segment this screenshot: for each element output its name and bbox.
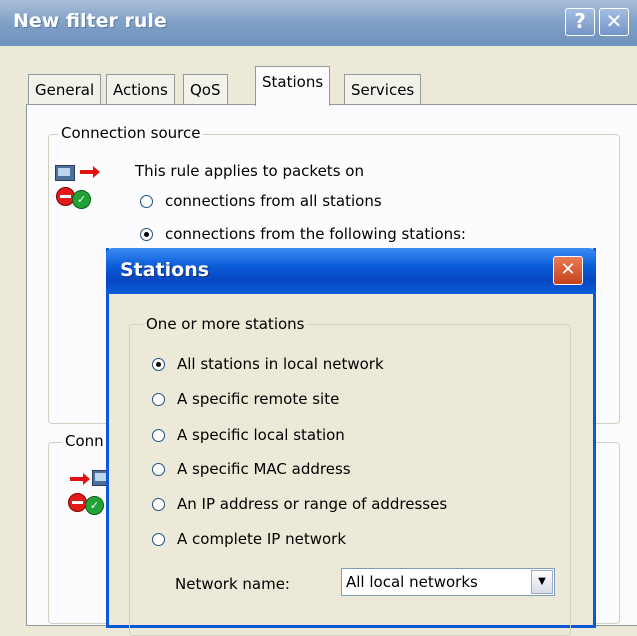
radio-label: connections from all stations <box>165 192 382 210</box>
radio-label: All stations in local network <box>177 355 384 373</box>
radio-specific-remote-site[interactable]: A specific remote site <box>152 390 339 408</box>
radio-following-stations[interactable]: connections from the following stations: <box>140 225 466 243</box>
radio-label: A specific local station <box>177 426 345 444</box>
tab-actions[interactable]: Actions <box>106 74 175 104</box>
radio-complete-ip-network[interactable]: A complete IP network <box>152 530 346 548</box>
radio-specific-mac-address[interactable]: A specific MAC address <box>152 460 351 478</box>
red-arrow-icon <box>70 473 90 485</box>
network-name-label: Network name: <box>175 575 290 593</box>
connection-destination-legend: Conn <box>62 432 107 450</box>
stations-dialog-title: Stations <box>120 259 210 281</box>
allow-icon: ✓ <box>85 496 104 515</box>
stations-dialog-titlebar[interactable]: Stations ✕ <box>106 248 596 294</box>
tab-general[interactable]: General <box>28 74 102 104</box>
window-title: New filter rule <box>13 10 167 32</box>
radio-label: A complete IP network <box>177 530 347 548</box>
radio-button[interactable] <box>152 532 165 546</box>
radio-all-stations[interactable]: connections from all stations <box>140 192 382 210</box>
radio-label: A specific MAC address <box>177 460 351 478</box>
dropdown-arrow-icon[interactable]: ▼ <box>531 570 553 594</box>
stations-dialog: Stations ✕ One or more stations All stat… <box>106 248 596 636</box>
radio-ip-range[interactable]: An IP address or range of addresses <box>152 495 447 513</box>
radio-button[interactable] <box>152 392 165 406</box>
radio-button[interactable] <box>152 462 165 476</box>
help-button[interactable]: ? <box>565 8 595 36</box>
deny-icon <box>68 493 87 512</box>
connection-source-legend: Connection source <box>58 124 204 142</box>
radio-button-selected[interactable] <box>152 357 165 371</box>
close-button[interactable]: ✕ <box>599 8 629 36</box>
allow-icon: ✓ <box>72 190 91 209</box>
new-filter-rule-window: New filter rule ? ✕ General Actions QoS … <box>0 0 637 636</box>
computer-icon <box>55 165 75 181</box>
radio-all-stations-local[interactable]: All stations in local network <box>152 355 384 373</box>
radio-label: A specific remote site <box>177 390 340 408</box>
tab-services[interactable]: Services <box>344 74 422 104</box>
radio-specific-local-station[interactable]: A specific local station <box>152 426 345 444</box>
radio-button[interactable] <box>152 428 165 442</box>
radio-button[interactable] <box>140 194 153 208</box>
window-titlebar[interactable]: New filter rule ? ✕ <box>0 0 637 46</box>
one-or-more-stations-legend: One or more stations <box>143 315 308 333</box>
tab-qos[interactable]: QoS <box>183 74 228 104</box>
source-intro-text: This rule applies to packets on <box>135 162 364 180</box>
radio-label: connections from the following stations: <box>165 225 466 243</box>
stations-dialog-close-button[interactable]: ✕ <box>553 256 583 285</box>
radio-label: An IP address or range of addresses <box>177 495 448 513</box>
radio-button[interactable] <box>152 497 165 511</box>
network-name-dropdown[interactable]: All local networks ▼ <box>341 568 555 596</box>
radio-button-selected[interactable] <box>140 227 153 241</box>
tab-stations[interactable]: Stations <box>255 66 331 106</box>
network-name-value: All local networks <box>346 573 478 591</box>
red-arrow-icon <box>80 166 100 178</box>
